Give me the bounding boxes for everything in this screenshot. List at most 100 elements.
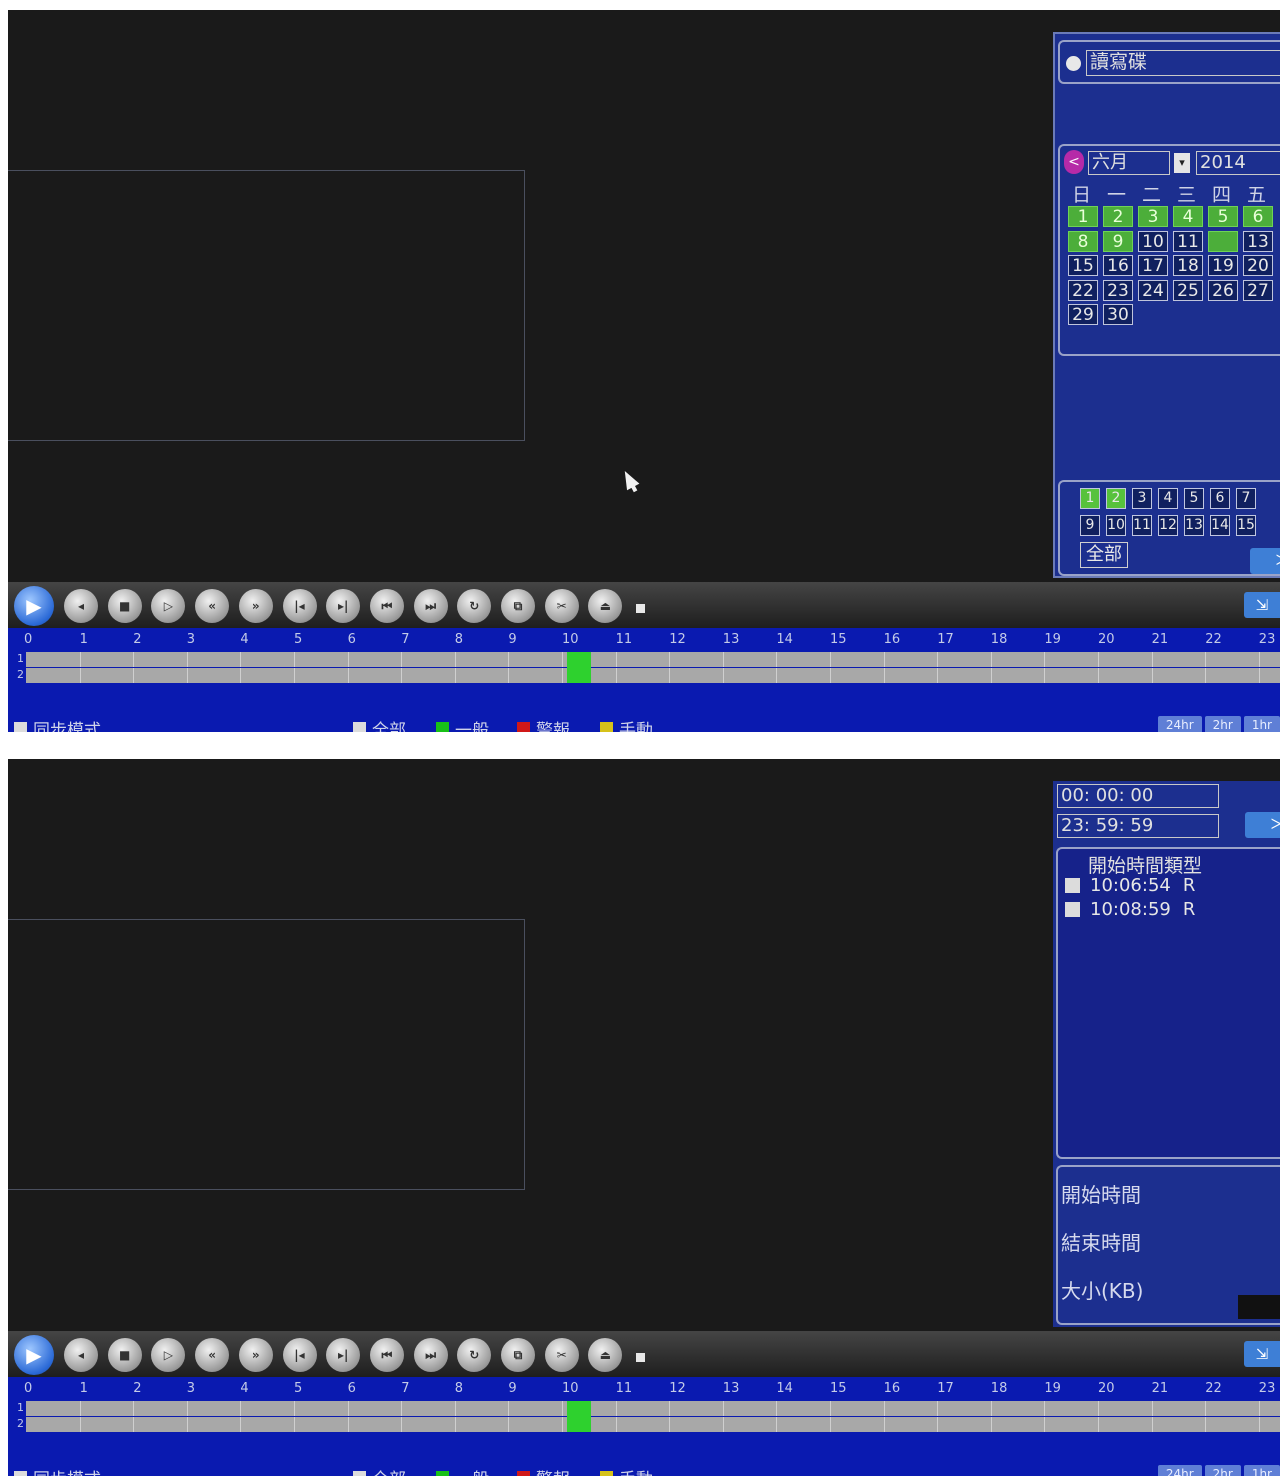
stop-back-button[interactable]: ◂ xyxy=(64,1338,98,1372)
calendar-day[interactable]: 13 xyxy=(1243,230,1273,252)
channel-checkbox[interactable]: 11 xyxy=(1132,515,1152,536)
calendar-day[interactable]: 4 xyxy=(1173,206,1203,227)
calendar-day[interactable]: 8 xyxy=(1068,230,1098,252)
all-channels-button[interactable]: 全部 xyxy=(1080,542,1128,568)
calendar-day[interactable]: 26 xyxy=(1208,279,1238,301)
channel-checkbox[interactable]: 2 xyxy=(1106,488,1126,509)
backup-button[interactable]: ⏏ xyxy=(588,589,623,623)
file-row[interactable]: 10:08:59 R xyxy=(1065,899,1195,920)
calendar-day[interactable]: 20 xyxy=(1243,255,1273,276)
recording-segment[interactable] xyxy=(567,652,592,683)
calendar-day[interactable] xyxy=(1208,230,1238,252)
calendar-day[interactable]: 18 xyxy=(1173,255,1203,276)
calendar-day[interactable]: 1 xyxy=(1068,206,1098,227)
calendar-day[interactable]: 16 xyxy=(1103,255,1133,276)
file-checkbox[interactable] xyxy=(1065,902,1080,917)
loop-button[interactable]: ↻ xyxy=(457,589,492,623)
checkbox-icon[interactable] xyxy=(353,1471,366,1476)
channel-checkbox[interactable]: 12 xyxy=(1158,515,1178,536)
calendar-day[interactable]: 22 xyxy=(1068,279,1098,301)
calendar-day[interactable]: 30 xyxy=(1103,304,1133,325)
calendar-day[interactable]: 10 xyxy=(1138,230,1168,252)
checkbox-icon[interactable] xyxy=(600,722,613,732)
panel-toggle-button[interactable]: ⇲ xyxy=(1244,1341,1280,1367)
channel-track[interactable] xyxy=(26,668,1280,683)
zoom-tab[interactable]: 2hr xyxy=(1204,716,1241,732)
prev-file-button[interactable]: ⏮ xyxy=(369,589,404,623)
channel-track[interactable] xyxy=(26,1417,1280,1432)
checkbox-icon[interactable] xyxy=(436,722,449,732)
channel-checkbox[interactable]: 6 xyxy=(1210,488,1230,509)
zoom-tab[interactable]: 24hr xyxy=(1157,716,1202,732)
fullscreen-button[interactable]: ⧉ xyxy=(501,1338,535,1372)
prev-frame-button[interactable]: |◂ xyxy=(282,1338,317,1372)
year-field[interactable]: 2014 xyxy=(1196,151,1280,175)
stop-back-button[interactable]: ◂ xyxy=(64,589,98,623)
file-checkbox[interactable] xyxy=(1065,878,1080,893)
file-row[interactable]: 10:06:54 R xyxy=(1065,875,1195,896)
next-frame-button[interactable]: ▸| xyxy=(326,1338,361,1372)
checkbox-icon[interactable] xyxy=(14,722,27,732)
checkbox-icon[interactable] xyxy=(436,1471,449,1476)
legend-sync-mode[interactable]: 同步模式 xyxy=(14,716,101,732)
clip-button[interactable]: ✂ xyxy=(544,1338,579,1372)
channel-track[interactable] xyxy=(26,1401,1280,1416)
start-time-field[interactable]: 00: 00: 00 xyxy=(1057,784,1219,808)
search-button[interactable]: ᐳ xyxy=(1245,812,1280,838)
zoom-tab[interactable]: 2hr xyxy=(1204,1465,1241,1476)
fullscreen-button[interactable]: ⧉ xyxy=(501,589,535,623)
checkbox-icon[interactable] xyxy=(517,1471,530,1476)
rewind-button[interactable]: « xyxy=(195,1338,230,1372)
legend-normal[interactable]: 一般 xyxy=(436,1465,489,1476)
channel-checkbox[interactable]: 3 xyxy=(1132,488,1152,509)
backup-button[interactable]: ⏏ xyxy=(588,1338,623,1372)
mode-radio-icon[interactable] xyxy=(1066,56,1081,71)
play-button[interactable]: ▶ xyxy=(14,1335,54,1375)
calendar-day[interactable]: 11 xyxy=(1173,230,1203,252)
legend-normal[interactable]: 一般 xyxy=(436,716,489,732)
calendar-day[interactable]: 27 xyxy=(1243,279,1273,301)
play-button[interactable]: ▶ xyxy=(14,586,54,626)
stop-button[interactable]: ■ xyxy=(107,589,142,623)
calendar-day[interactable]: 2 xyxy=(1103,206,1133,227)
calendar-day[interactable]: 9 xyxy=(1103,230,1133,252)
legend-manual[interactable]: 手動 xyxy=(600,1465,653,1476)
end-time-field[interactable]: 23: 59: 59 xyxy=(1057,814,1219,838)
zoom-tab[interactable]: 1hr xyxy=(1243,1465,1280,1476)
slow-button[interactable]: ▷ xyxy=(151,1338,186,1372)
zoom-tab[interactable]: 24hr xyxy=(1157,1465,1202,1476)
channel-checkbox[interactable]: 10 xyxy=(1106,515,1126,536)
fast-forward-button[interactable]: » xyxy=(238,1338,273,1372)
checkbox-icon[interactable] xyxy=(14,1471,27,1476)
prev-month-button[interactable]: < xyxy=(1064,150,1084,174)
legend-alarm[interactable]: 警報 xyxy=(517,1465,570,1476)
next-frame-button[interactable]: ▸| xyxy=(326,589,361,623)
zoom-tab[interactable]: 1hr xyxy=(1243,716,1280,732)
channel-checkbox[interactable]: 4 xyxy=(1158,488,1178,509)
calendar-day[interactable]: 25 xyxy=(1173,279,1203,301)
next-file-button[interactable]: ⏭ xyxy=(413,1338,448,1372)
next-file-button[interactable]: ⏭ xyxy=(413,589,448,623)
channel-checkbox[interactable]: 7 xyxy=(1236,488,1256,509)
slow-button[interactable]: ▷ xyxy=(151,589,186,623)
channel-checkbox[interactable]: 1 xyxy=(1080,488,1100,509)
legend-manual[interactable]: 手動 xyxy=(600,716,653,732)
prev-frame-button[interactable]: |◂ xyxy=(282,589,317,623)
clip-button[interactable]: ✂ xyxy=(544,589,579,623)
calendar-day[interactable]: 5 xyxy=(1208,206,1238,227)
recording-segment[interactable] xyxy=(567,1401,592,1432)
legend-all[interactable]: 全部 xyxy=(353,716,406,732)
calendar-day[interactable]: 24 xyxy=(1138,279,1168,301)
calendar-day[interactable]: 17 xyxy=(1138,255,1168,276)
fast-forward-button[interactable]: » xyxy=(238,589,273,623)
channel-checkbox[interactable]: 9 xyxy=(1080,515,1100,536)
legend-alarm[interactable]: 警報 xyxy=(517,716,570,732)
month-select[interactable]: 六月 xyxy=(1088,151,1170,175)
calendar-day[interactable]: 29 xyxy=(1068,304,1098,325)
checkbox-icon[interactable] xyxy=(517,722,530,732)
calendar-day[interactable]: 23 xyxy=(1103,279,1133,301)
channel-checkbox[interactable]: 15 xyxy=(1236,515,1256,536)
chevron-down-icon[interactable]: ▾ xyxy=(1174,153,1190,173)
calendar-day[interactable]: 19 xyxy=(1208,255,1238,276)
checkbox-icon[interactable] xyxy=(353,722,366,732)
